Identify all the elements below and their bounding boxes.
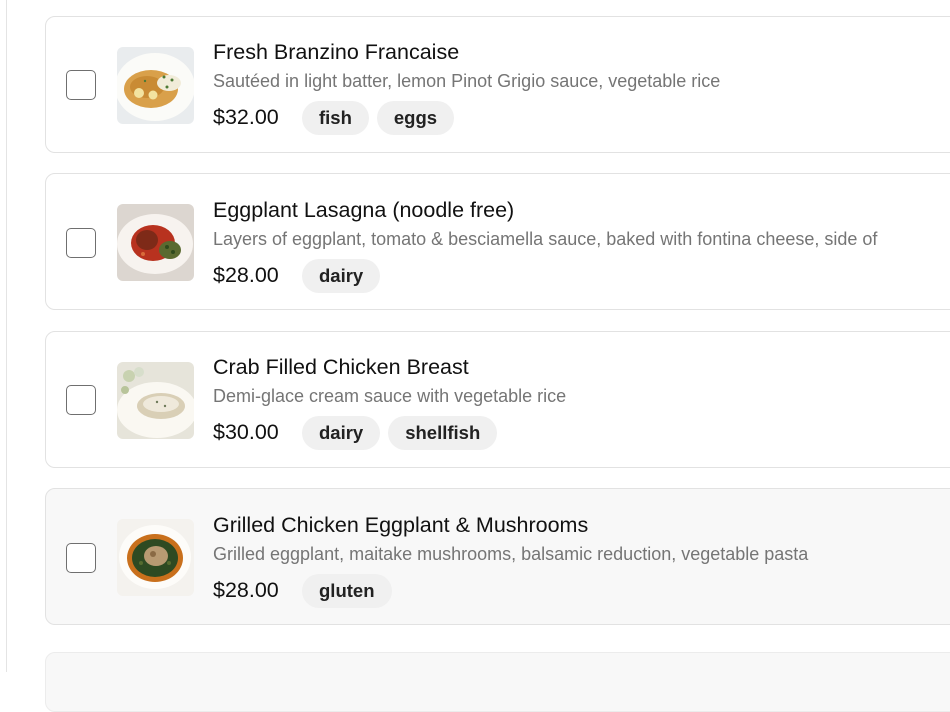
- tag-shellfish: shellfish: [388, 416, 498, 450]
- item-price: $32.00: [213, 105, 279, 129]
- item-description: Layers of eggplant, tomato & besciamella…: [213, 229, 878, 249]
- menu-item-card[interactable]: Eggplant Lasagna (noodle free) Layers of…: [45, 173, 950, 310]
- item-title: Eggplant Lasagna (noodle free): [213, 198, 515, 222]
- menu-item-card[interactable]: Fresh Branzino Francaise Sautéed in ligh…: [45, 16, 950, 153]
- allergen-tags: dairy shellfish: [302, 416, 498, 450]
- menu-item-card[interactable]: Crab Filled Chicken Breast Demi-glace cr…: [45, 331, 950, 468]
- item-description: Grilled eggplant, maitake mushrooms, bal…: [213, 544, 809, 564]
- select-checkbox[interactable]: [66, 70, 96, 100]
- allergen-tags: dairy: [302, 259, 381, 293]
- tag-eggs: eggs: [376, 101, 455, 135]
- select-checkbox[interactable]: [66, 543, 96, 573]
- tag-dairy: dairy: [302, 416, 381, 450]
- allergen-tags: gluten: [302, 574, 392, 608]
- menu-item-card[interactable]: [45, 652, 950, 712]
- select-checkbox[interactable]: [66, 385, 96, 415]
- tag-dairy: dairy: [302, 259, 381, 293]
- grilled-chicken-plate-image: [117, 519, 194, 596]
- item-price: $28.00: [213, 263, 279, 287]
- allergen-tags: fish eggs: [302, 101, 455, 135]
- item-title: Grilled Chicken Eggplant & Mushrooms: [213, 513, 589, 537]
- menu-item-card[interactable]: Grilled Chicken Eggplant & Mushrooms Gri…: [45, 488, 950, 625]
- branzino-plate-image: [117, 47, 194, 124]
- tag-gluten: gluten: [302, 574, 392, 608]
- item-description: Demi-glace cream sauce with vegetable ri…: [213, 386, 567, 406]
- item-title: Crab Filled Chicken Breast: [213, 355, 469, 379]
- item-price: $30.00: [213, 420, 279, 444]
- item-price: $28.00: [213, 578, 279, 602]
- item-title: Fresh Branzino Francaise: [213, 40, 460, 64]
- lasagna-plate-image: [117, 204, 194, 281]
- left-divider: [6, 0, 7, 672]
- item-description: Sautéed in light batter, lemon Pinot Gri…: [213, 71, 721, 91]
- tag-fish: fish: [302, 101, 369, 135]
- select-checkbox[interactable]: [66, 228, 96, 258]
- chicken-plate-image: [117, 362, 194, 439]
